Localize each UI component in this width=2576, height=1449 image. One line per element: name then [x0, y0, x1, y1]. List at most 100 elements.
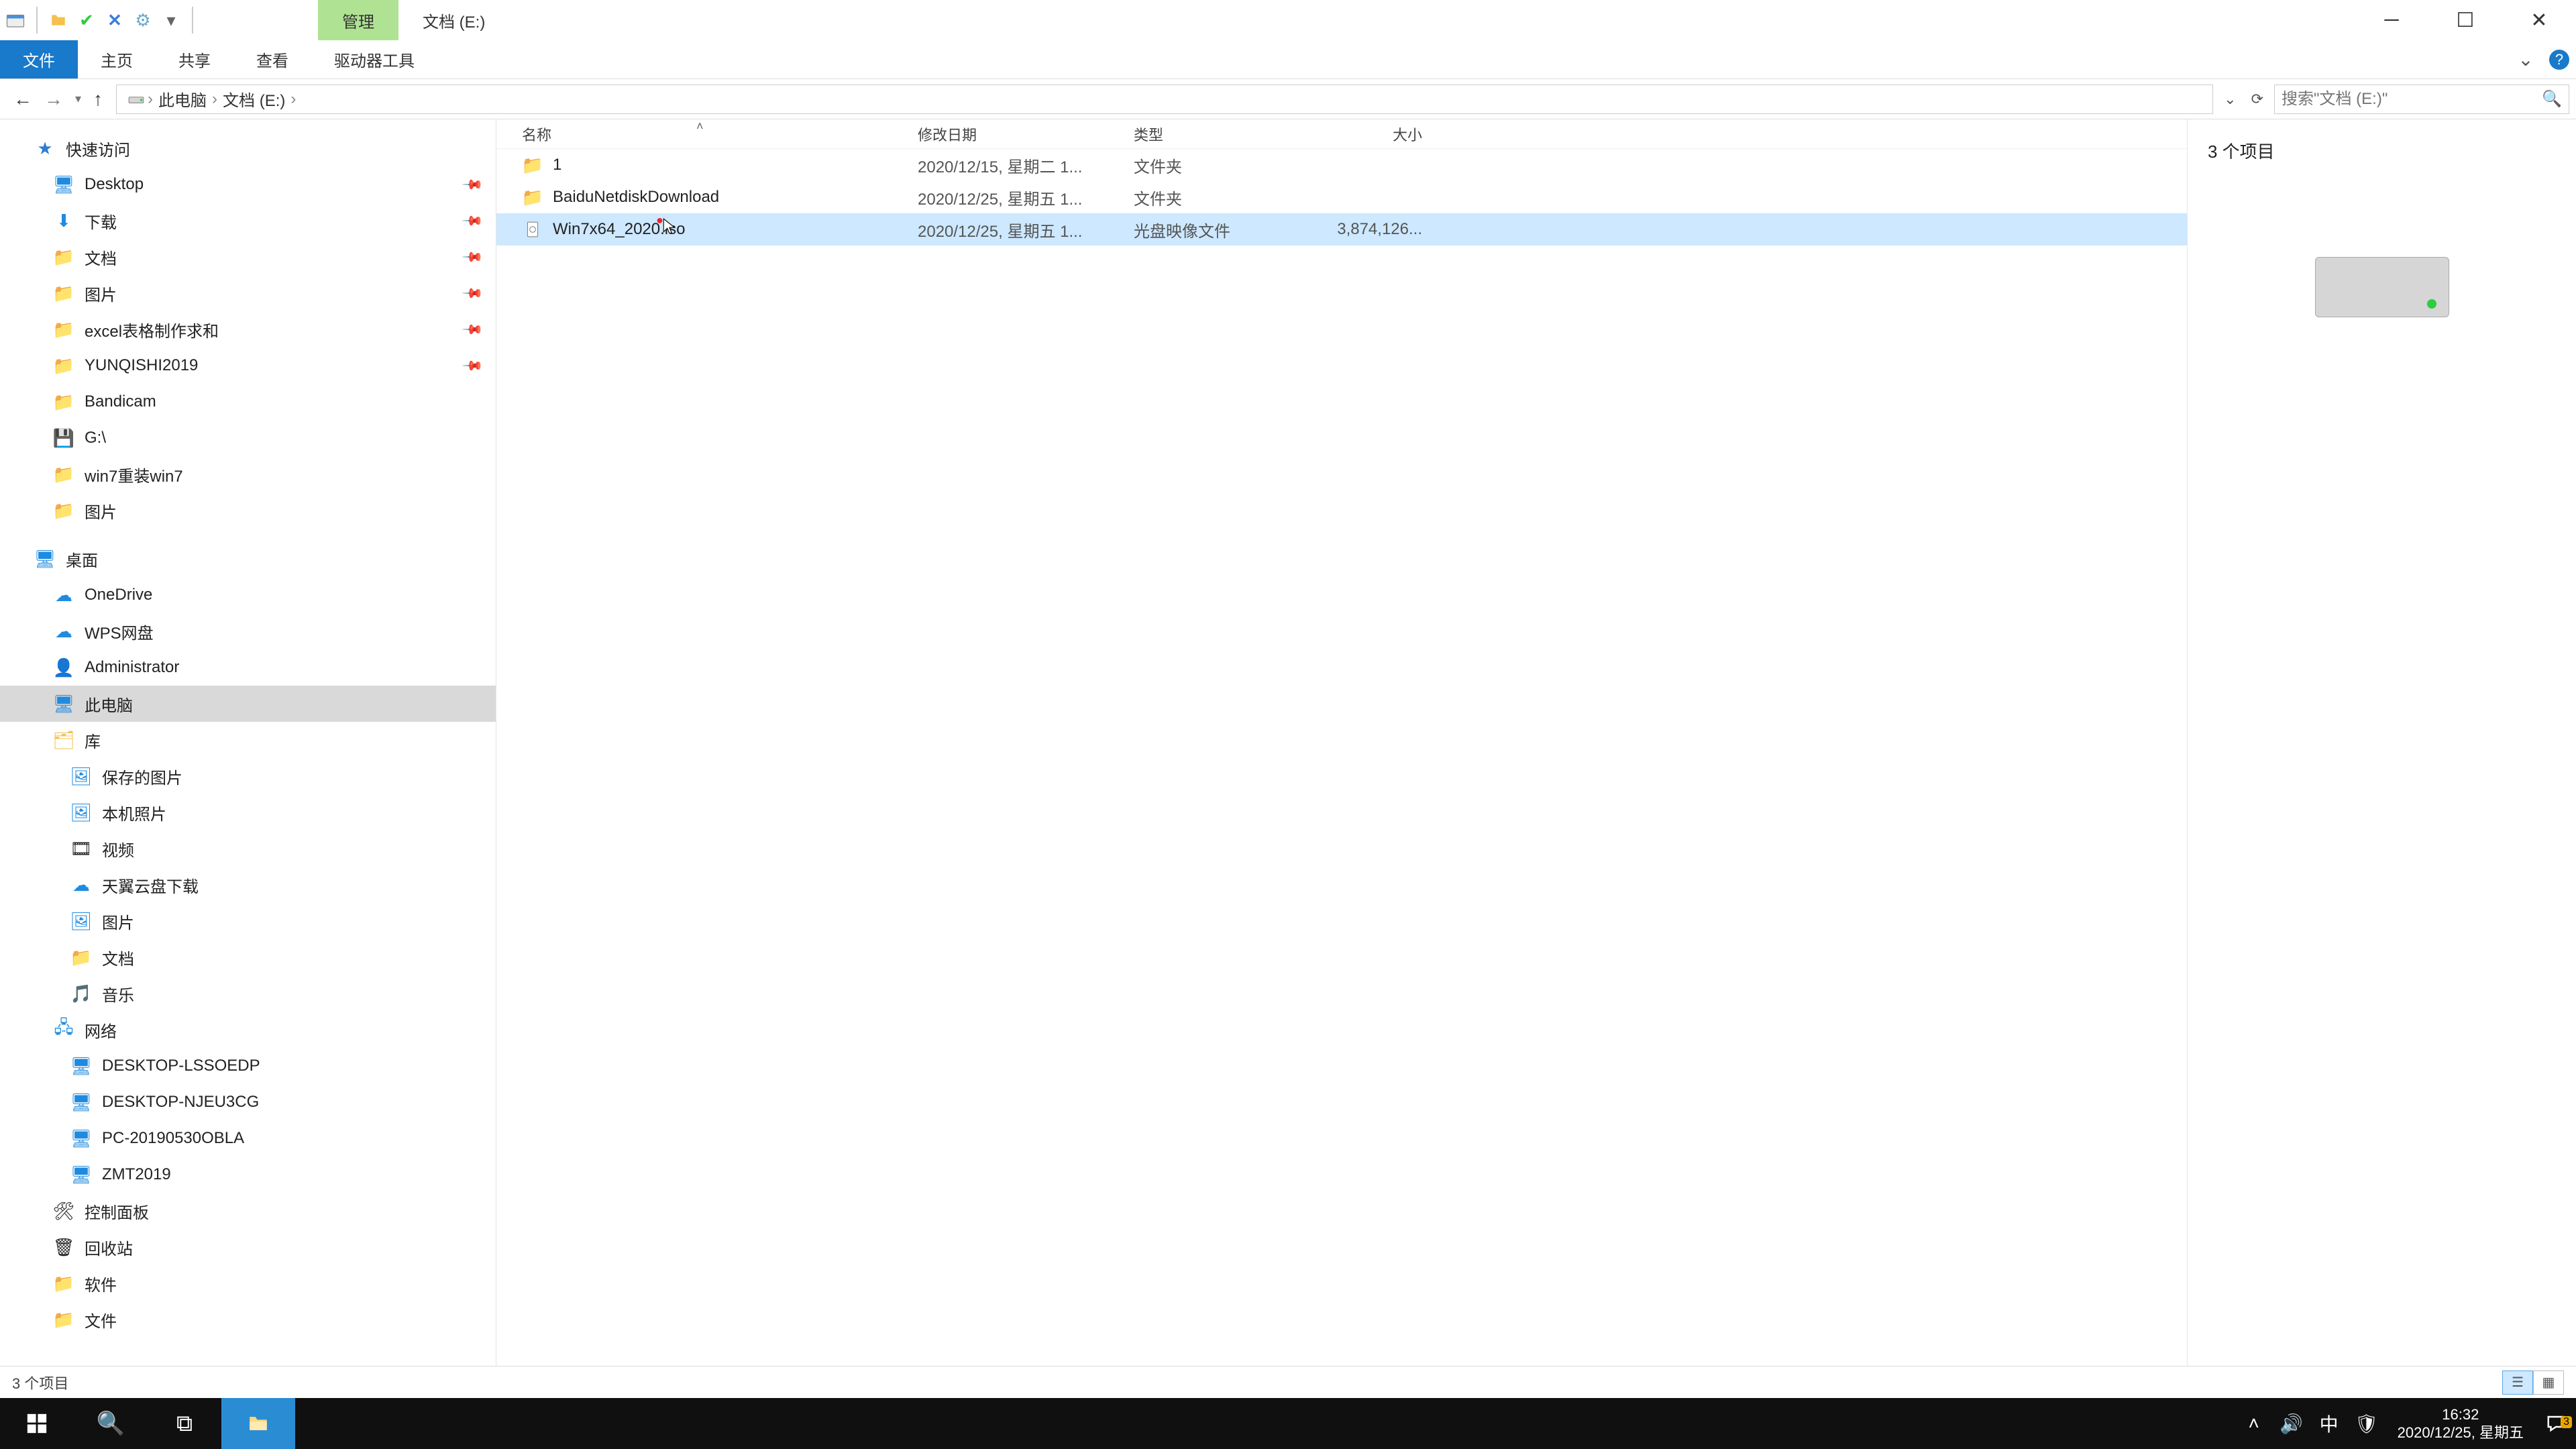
refresh-icon[interactable]: ⟳	[2247, 91, 2267, 108]
column-header-date[interactable]: 修改日期	[918, 123, 1134, 145]
explorer-body: ★ 快速访问 🖥 Desktop 📌 ⬇ 下载 📌 📁 文档 📌 📁 图片 📌 …	[0, 119, 2576, 1366]
tree-network[interactable]: 🖧 网络	[0, 1012, 496, 1048]
maximize-button[interactable]: ☐	[2428, 0, 2502, 40]
file-row[interactable]: 📁 1 2020/12/15, 星期二 1... 文件夹	[496, 149, 2187, 181]
chevron-right-icon[interactable]: ›	[288, 90, 299, 109]
x-icon[interactable]: ✕	[103, 9, 126, 32]
check-icon[interactable]: ✔	[75, 9, 98, 32]
tree-camera-roll[interactable]: 🖼 本机照片	[0, 794, 496, 830]
tree-saved-pics[interactable]: 🖼 保存的图片	[0, 758, 496, 794]
system-tray: ˄ 🔊 中 🛡 16:32 2020/12/25, 星期五 3	[2235, 1398, 2576, 1449]
tree-net-host[interactable]: 🖥 ZMT2019	[0, 1157, 496, 1193]
tree-video[interactable]: 🎞 视频	[0, 830, 496, 867]
qat-dropdown-icon[interactable]: ▾	[160, 9, 182, 32]
ribbon-tab-drive-tools[interactable]: 驱动器工具	[311, 40, 437, 78]
search-button[interactable]: 🔍	[74, 1398, 148, 1449]
ribbon-tab-file[interactable]: 文件	[0, 40, 78, 78]
tree-net-host[interactable]: 🖥 DESKTOP-NJEU3CG	[0, 1084, 496, 1120]
folder-icon: 📁	[70, 946, 93, 969]
ribbon-tab-share[interactable]: 共享	[156, 40, 233, 78]
search-icon[interactable]: 🔍	[2542, 89, 2562, 109]
ime-indicator[interactable]: 中	[2310, 1410, 2348, 1437]
tree-label: 天翼云盘下载	[102, 873, 199, 897]
file-row[interactable]: Win7x64_2020.iso 2020/12/25, 星期五 1... 光盘…	[496, 213, 2187, 246]
start-button[interactable]	[0, 1398, 74, 1449]
close-button[interactable]: ✕	[2502, 0, 2576, 40]
address-dropdown-icon[interactable]: ⌄	[2220, 91, 2240, 108]
context-tab-manage[interactable]: 管理	[318, 0, 398, 40]
forward-button[interactable]: →	[44, 89, 63, 110]
tree-pictures[interactable]: 📁 图片 📌	[0, 275, 496, 311]
column-header-name[interactable]: 名称 ˄	[522, 123, 918, 145]
tree-win7reinstall[interactable]: 📁 win7重装win7	[0, 456, 496, 492]
breadcrumb-item-thispc[interactable]: 此电脑	[156, 87, 209, 111]
tree-excel-folder[interactable]: 📁 excel表格制作求和 📌	[0, 311, 496, 347]
clock-date: 2020/12/25, 星期五	[2398, 1424, 2524, 1442]
tree-desktop-root[interactable]: 🖥 桌面	[0, 541, 496, 577]
tree-onedrive[interactable]: ☁ OneDrive	[0, 577, 496, 613]
action-center-button[interactable]: 3	[2536, 1413, 2576, 1434]
tree-net-host[interactable]: 🖥 DESKTOP-LSSOEDP	[0, 1048, 496, 1084]
search-input[interactable]	[2282, 90, 2542, 109]
security-icon[interactable]: 🛡	[2348, 1413, 2385, 1435]
taskbar-clock[interactable]: 16:32 2020/12/25, 星期五	[2385, 1405, 2536, 1442]
folder-icon: 📁	[52, 318, 75, 341]
chevron-right-icon[interactable]: ›	[209, 90, 220, 109]
gear-icon[interactable]: ⚙	[131, 9, 154, 32]
tree-admin[interactable]: 👤 Administrator	[0, 649, 496, 686]
folder-icon[interactable]	[47, 9, 70, 32]
tree-files[interactable]: 📁 文件	[0, 1301, 496, 1338]
chevron-right-icon[interactable]: ›	[145, 90, 156, 109]
tree-gdrive[interactable]: 💾 G:\	[0, 420, 496, 456]
ribbon-tab-home[interactable]: 主页	[78, 40, 156, 78]
ribbon-expand-icon[interactable]: ⌄	[2514, 48, 2537, 71]
column-header-size[interactable]: 大小	[1315, 123, 1436, 145]
tree-recycle-bin[interactable]: 🗑 回收站	[0, 1229, 496, 1265]
search-box[interactable]: 🔍	[2274, 85, 2569, 114]
tree-desktop[interactable]: 🖥 Desktop 📌	[0, 166, 496, 203]
tree-control-panel[interactable]: 🛠 控制面板	[0, 1193, 496, 1229]
breadcrumb[interactable]: › 此电脑 › 文档 (E:) ›	[116, 85, 2213, 114]
navigation-pane[interactable]: ★ 快速访问 🖥 Desktop 📌 ⬇ 下载 📌 📁 文档 📌 📁 图片 📌 …	[0, 119, 496, 1366]
back-button[interactable]: ←	[13, 89, 32, 110]
tree-pictures3[interactable]: 🖼 图片	[0, 903, 496, 939]
tree-pictures2[interactable]: 📁 图片	[0, 492, 496, 529]
file-explorer-taskbar-button[interactable]	[221, 1398, 295, 1449]
tree-downloads[interactable]: ⬇ 下载 📌	[0, 203, 496, 239]
volume-icon[interactable]: 🔊	[2273, 1413, 2310, 1435]
folder-icon: 📁	[52, 246, 75, 268]
app-icon	[4, 9, 27, 32]
tree-bandicam[interactable]: 📁 Bandicam	[0, 384, 496, 420]
breadcrumb-item-drive[interactable]: 文档 (E:)	[220, 87, 288, 111]
tree-label: 本机照片	[102, 801, 166, 824]
tree-net-host[interactable]: 🖥 PC-20190530OBLA	[0, 1120, 496, 1157]
up-button[interactable]: ↑	[93, 89, 103, 110]
ribbon-tab-view[interactable]: 查看	[233, 40, 311, 78]
task-view-button[interactable]: ⧉	[148, 1398, 221, 1449]
file-date: 2020/12/25, 星期五 1...	[918, 186, 1134, 209]
tree-yunqishi[interactable]: 📁 YUNQISHI2019 📌	[0, 347, 496, 384]
tree-wps[interactable]: ☁ WPS网盘	[0, 613, 496, 649]
tree-documents2[interactable]: 📁 文档	[0, 939, 496, 975]
minimize-button[interactable]: ─	[2355, 0, 2428, 40]
tree-thispc[interactable]: 🖥 此电脑	[0, 686, 496, 722]
tree-label: WPS网盘	[85, 620, 154, 643]
tree-quick-access[interactable]: ★ 快速访问	[0, 130, 496, 166]
clock-time: 16:32	[2398, 1405, 2524, 1424]
tree-label: 图片	[85, 282, 117, 305]
help-icon[interactable]: ?	[2549, 50, 2569, 70]
details-view-button[interactable]: ☰	[2502, 1371, 2533, 1395]
folder-icon: 📁	[522, 186, 543, 208]
cloud-icon: ☁	[52, 584, 75, 606]
folder-icon: 📁	[52, 463, 75, 486]
thumbnails-view-button[interactable]: ▦	[2533, 1371, 2564, 1395]
tree-software[interactable]: 📁 软件	[0, 1265, 496, 1301]
recent-dropdown-icon[interactable]: ▾	[75, 92, 81, 106]
column-header-type[interactable]: 类型	[1134, 123, 1315, 145]
tree-libraries[interactable]: 🗂 库	[0, 722, 496, 758]
tree-documents[interactable]: 📁 文档 📌	[0, 239, 496, 275]
tree-music[interactable]: 🎵 音乐	[0, 975, 496, 1012]
tree-tianyi[interactable]: ☁ 天翼云盘下载	[0, 867, 496, 903]
tray-overflow-icon[interactable]: ˄	[2235, 1413, 2273, 1434]
file-row[interactable]: 📁 BaiduNetdiskDownload 2020/12/25, 星期五 1…	[496, 181, 2187, 213]
